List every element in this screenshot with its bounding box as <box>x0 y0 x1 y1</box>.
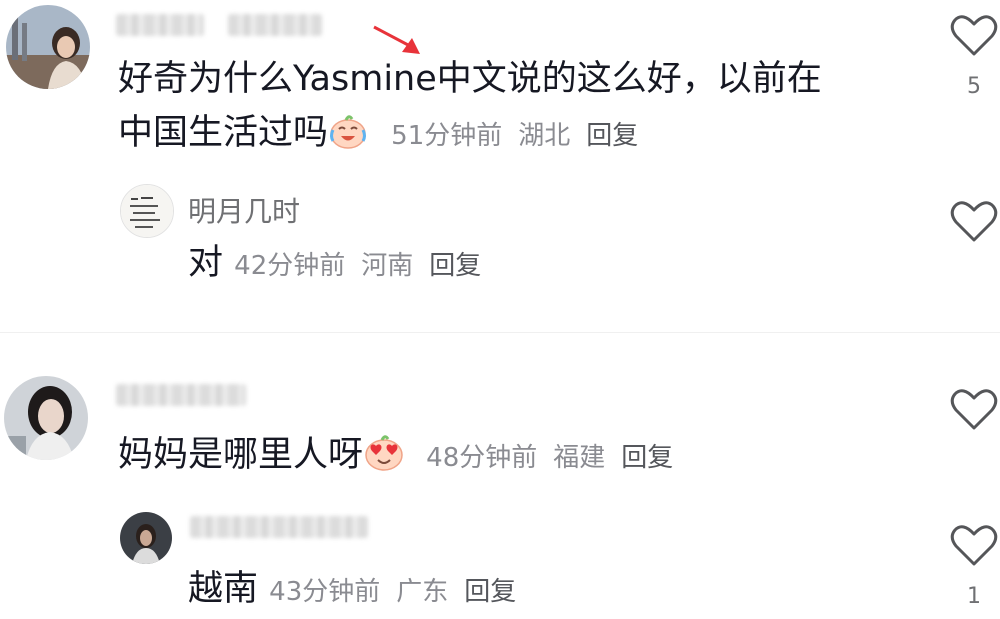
reply-time: 43分钟前 <box>269 577 381 607</box>
reply-text-row: 对 42分钟前 河南 回复 <box>188 236 481 293</box>
reply-button[interactable]: 回复 <box>464 577 516 607</box>
like-count: 1 <box>967 584 981 609</box>
reply-text: 对 <box>188 243 224 283</box>
comment-location: 福建 <box>553 443 606 473</box>
heart-outline-icon[interactable] <box>948 522 1000 568</box>
heart-outline-icon[interactable] <box>948 12 1000 58</box>
reply-text-row: 越南 43分钟前 广东 回复 <box>188 562 516 619</box>
comment-location: 湖北 <box>518 121 571 151</box>
like-count: 5 <box>967 74 981 99</box>
heart-outline-icon[interactable] <box>948 198 1000 244</box>
comment-text-row: 妈妈是哪里人呀 48分钟前 福建 回复 <box>118 428 673 488</box>
avatar[interactable] <box>6 5 90 89</box>
comment-meta: 48分钟前 福建 回复 <box>426 443 673 473</box>
crying-laugh-emoji <box>328 112 368 166</box>
avatar[interactable] <box>4 376 88 460</box>
heart-eyes-emoji <box>363 434 405 488</box>
comment-meta: 51分钟前 湖北 回复 <box>391 121 638 151</box>
reply-button[interactable]: 回复 <box>586 121 638 151</box>
divider <box>0 332 1000 333</box>
comment-text-line-1: 好奇为什么Yasmine中文说的这么好，以前在 <box>118 59 822 99</box>
comment-time: 51分钟前 <box>391 121 503 151</box>
comment-text: 妈妈是哪里人呀 <box>118 435 364 475</box>
comment-text: 好奇为什么Yasmine中文说的这么好，以前在 中国生活过吗 51分钟前 湖北 回复 <box>118 52 918 166</box>
reply-text: 越南 <box>188 569 259 609</box>
avatar[interactable] <box>120 184 174 238</box>
username-redacted[interactable] <box>116 384 246 406</box>
heart-outline-icon[interactable] <box>948 386 1000 432</box>
reply-time: 42分钟前 <box>234 251 346 281</box>
reply-location: 广东 <box>396 577 449 607</box>
username-redacted[interactable] <box>228 14 322 36</box>
comment-text-line-2: 中国生活过吗 <box>118 113 329 153</box>
username-redacted[interactable] <box>116 14 204 36</box>
reply-location: 河南 <box>361 251 414 281</box>
comment-time: 48分钟前 <box>426 443 538 473</box>
avatar[interactable] <box>120 512 172 564</box>
reply-username[interactable]: 明月几时 <box>188 190 300 230</box>
reply-meta: 42分钟前 河南 回复 <box>234 251 481 281</box>
reply-button[interactable]: 回复 <box>621 443 673 473</box>
reply-meta: 43分钟前 广东 回复 <box>269 577 516 607</box>
username-redacted[interactable] <box>190 516 368 538</box>
reply-button[interactable]: 回复 <box>429 251 481 281</box>
